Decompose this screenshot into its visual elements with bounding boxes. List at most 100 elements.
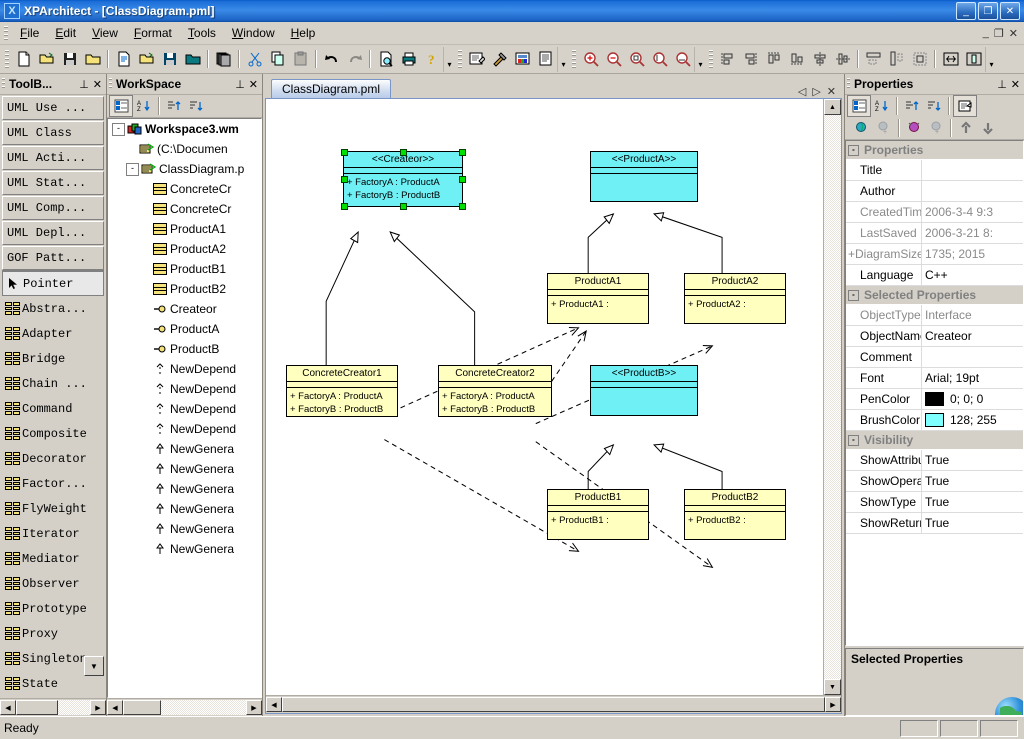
selection-handle[interactable]	[458, 202, 466, 210]
copy-stack-icon[interactable]	[212, 48, 235, 70]
menu-window[interactable]: Window	[224, 24, 283, 42]
new-document-icon[interactable]	[112, 48, 135, 70]
uml-class-concrete1[interactable]: ConcreteCreator1 + FactoryA : ProductA + F…	[286, 365, 398, 417]
toolbox-item-abstra[interactable]: Abstra...	[2, 296, 104, 321]
property-row[interactable]: ShowAttribu True	[846, 450, 1023, 471]
toolbar-overflow-4[interactable]: ▾	[985, 46, 997, 72]
align-center-v-icon[interactable]	[831, 48, 854, 70]
property-value[interactable]: True	[922, 513, 1023, 533]
align-bottom-icon[interactable]	[785, 48, 808, 70]
property-value[interactable]: Arial; 19pt	[922, 368, 1023, 388]
toolbox-item-pointer[interactable]: Pointer	[2, 271, 104, 296]
workspace-hscroll-right[interactable]: ▶	[246, 700, 262, 715]
toolbox-item-mediator[interactable]: Mediator	[2, 546, 104, 571]
property-expander[interactable]: +	[848, 247, 855, 261]
color-swatch[interactable]	[925, 413, 944, 427]
diagram-vscroll-down[interactable]: ▼	[824, 679, 841, 695]
toolbox-hscroll-left[interactable]: ◀	[0, 700, 16, 715]
tree-expander[interactable]: -	[112, 122, 125, 136]
toolbox-scroll-down-button[interactable]: ▼	[84, 656, 104, 676]
uml-class-producta2[interactable]: ProductA2 + ProductA2 :	[684, 273, 786, 324]
same-size-icon[interactable]	[908, 48, 931, 70]
redo-icon[interactable]	[343, 48, 366, 70]
mdi-restore-button[interactable]: ❐	[994, 27, 1004, 40]
menu-edit[interactable]: Edit	[47, 24, 84, 42]
uml-class-concrete2[interactable]: ConcreteCreator2 + FactoryA : ProductA + F…	[438, 365, 552, 417]
folder-icon[interactable]	[81, 48, 104, 70]
zoom-page-icon[interactable]	[648, 48, 671, 70]
categorized-icon[interactable]	[847, 95, 871, 117]
save-disk-icon[interactable]	[58, 48, 81, 70]
help-icon[interactable]: ?	[420, 48, 443, 70]
add-operation-icon[interactable]	[903, 118, 925, 138]
workspace-hscroll-thumb[interactable]	[123, 700, 161, 715]
open-document-icon[interactable]	[135, 48, 158, 70]
tree-node[interactable]: NewGenera	[108, 539, 261, 559]
tree-node[interactable]: ConcreteCr	[108, 199, 261, 219]
tree-node[interactable]: ProductB1	[108, 259, 261, 279]
toolbox-item-strateg[interactable]: Strateg	[2, 696, 104, 698]
toolbox-item-adapter[interactable]: Adapter	[2, 321, 104, 346]
toolbox-item-bridge[interactable]: Bridge	[2, 346, 104, 371]
tree-expander[interactable]: -	[126, 162, 139, 176]
diagram-hscroll-left[interactable]: ◀	[266, 697, 282, 712]
move-up-icon[interactable]	[955, 118, 977, 138]
tree-node[interactable]: - ClassDiagram.p	[108, 159, 261, 179]
uml-interface-createor[interactable]: <<Createor>> + FactoryA : ProductA + Facto…	[340, 148, 466, 210]
tree-node[interactable]: ProductA2	[108, 239, 261, 259]
property-value[interactable]	[922, 347, 1023, 367]
selection-handle[interactable]	[340, 148, 348, 156]
toolbox-item-factor[interactable]: Factor...	[2, 471, 104, 496]
toolbox-category-uml-component[interactable]: UML Comp...	[2, 196, 104, 220]
tree-node[interactable]: NewGenera	[108, 459, 261, 479]
toolbar-overflow-1[interactable]: ▾	[443, 46, 455, 72]
properties-icon[interactable]	[465, 48, 488, 70]
selection-handle[interactable]	[458, 175, 466, 183]
tree-node[interactable]: ConcreteCr	[108, 179, 261, 199]
toolbox-category-uml-usecase[interactable]: UML Use ...	[2, 96, 104, 120]
group-expander[interactable]: -	[848, 434, 859, 446]
remove-attribute-icon[interactable]: +	[873, 118, 895, 138]
diagram-hscroll-track[interactable]	[282, 697, 825, 712]
property-group-header[interactable]: - Selected Properties	[846, 286, 1023, 305]
uml-class-productb2[interactable]: ProductB2 + ProductB2 :	[684, 489, 786, 540]
uml-class-productb1[interactable]: ProductB1 + ProductB1 :	[547, 489, 649, 540]
property-row[interactable]: LastSaved 2006-3-21 8:	[846, 223, 1023, 244]
menu-view[interactable]: View	[84, 24, 126, 42]
property-row[interactable]: ObjectType Interface	[846, 305, 1023, 326]
sort-az-icon[interactable]: AZ	[133, 96, 155, 116]
property-row[interactable]: ShowType True	[846, 492, 1023, 513]
new-file-icon[interactable]	[12, 48, 35, 70]
property-group-header[interactable]: - Visibility	[846, 431, 1023, 450]
selection-handle[interactable]	[340, 175, 348, 183]
property-value[interactable]: 1735; 2015	[922, 244, 1023, 264]
maximize-button[interactable]: ❐	[978, 2, 998, 20]
tree-node[interactable]: (C:\Documen	[108, 139, 261, 159]
property-row[interactable]: Language C++	[846, 265, 1023, 286]
property-value[interactable]	[922, 160, 1023, 180]
tree-node[interactable]: NewDepend	[108, 399, 261, 419]
tree-node[interactable]: NewDepend	[108, 379, 261, 399]
print-preview-icon[interactable]	[374, 48, 397, 70]
move-down-icon[interactable]	[977, 118, 999, 138]
tree-node[interactable]: - Workspace3.wm	[108, 119, 261, 139]
selection-handle[interactable]	[399, 148, 407, 156]
toolbox-item-chain[interactable]: Chain ...	[2, 371, 104, 396]
property-row[interactable]: + DiagramSize 1735; 2015	[846, 244, 1023, 265]
toolbox-hscrollbar[interactable]: ◀ ▶	[0, 698, 106, 716]
print-icon[interactable]	[397, 48, 420, 70]
toolbar-overflow-2[interactable]: ▾	[557, 46, 569, 72]
property-row[interactable]: ShowOpera True	[846, 471, 1023, 492]
property-row[interactable]: PenColor 0; 0; 0	[846, 389, 1023, 410]
cut-scissors-icon[interactable]	[243, 48, 266, 70]
toolbox-item-observer[interactable]: Observer	[2, 571, 104, 596]
toolbox-category-uml-state[interactable]: UML Stat...	[2, 171, 104, 195]
toolbox-category-uml-activity[interactable]: UML Acti...	[2, 146, 104, 170]
toolbox-item-composite[interactable]: Composite	[2, 421, 104, 446]
toolbox-item-prototype[interactable]: Prototype	[2, 596, 104, 621]
toolbox-item-command[interactable]: Command	[2, 396, 104, 421]
sort-asc-icon[interactable]	[163, 96, 185, 116]
minimize-button[interactable]: _	[956, 2, 976, 20]
tree-node[interactable]: ProductB2	[108, 279, 261, 299]
diagram-canvas[interactable]: <<Createor>> + FactoryA : ProductA + Facto…	[266, 99, 823, 695]
